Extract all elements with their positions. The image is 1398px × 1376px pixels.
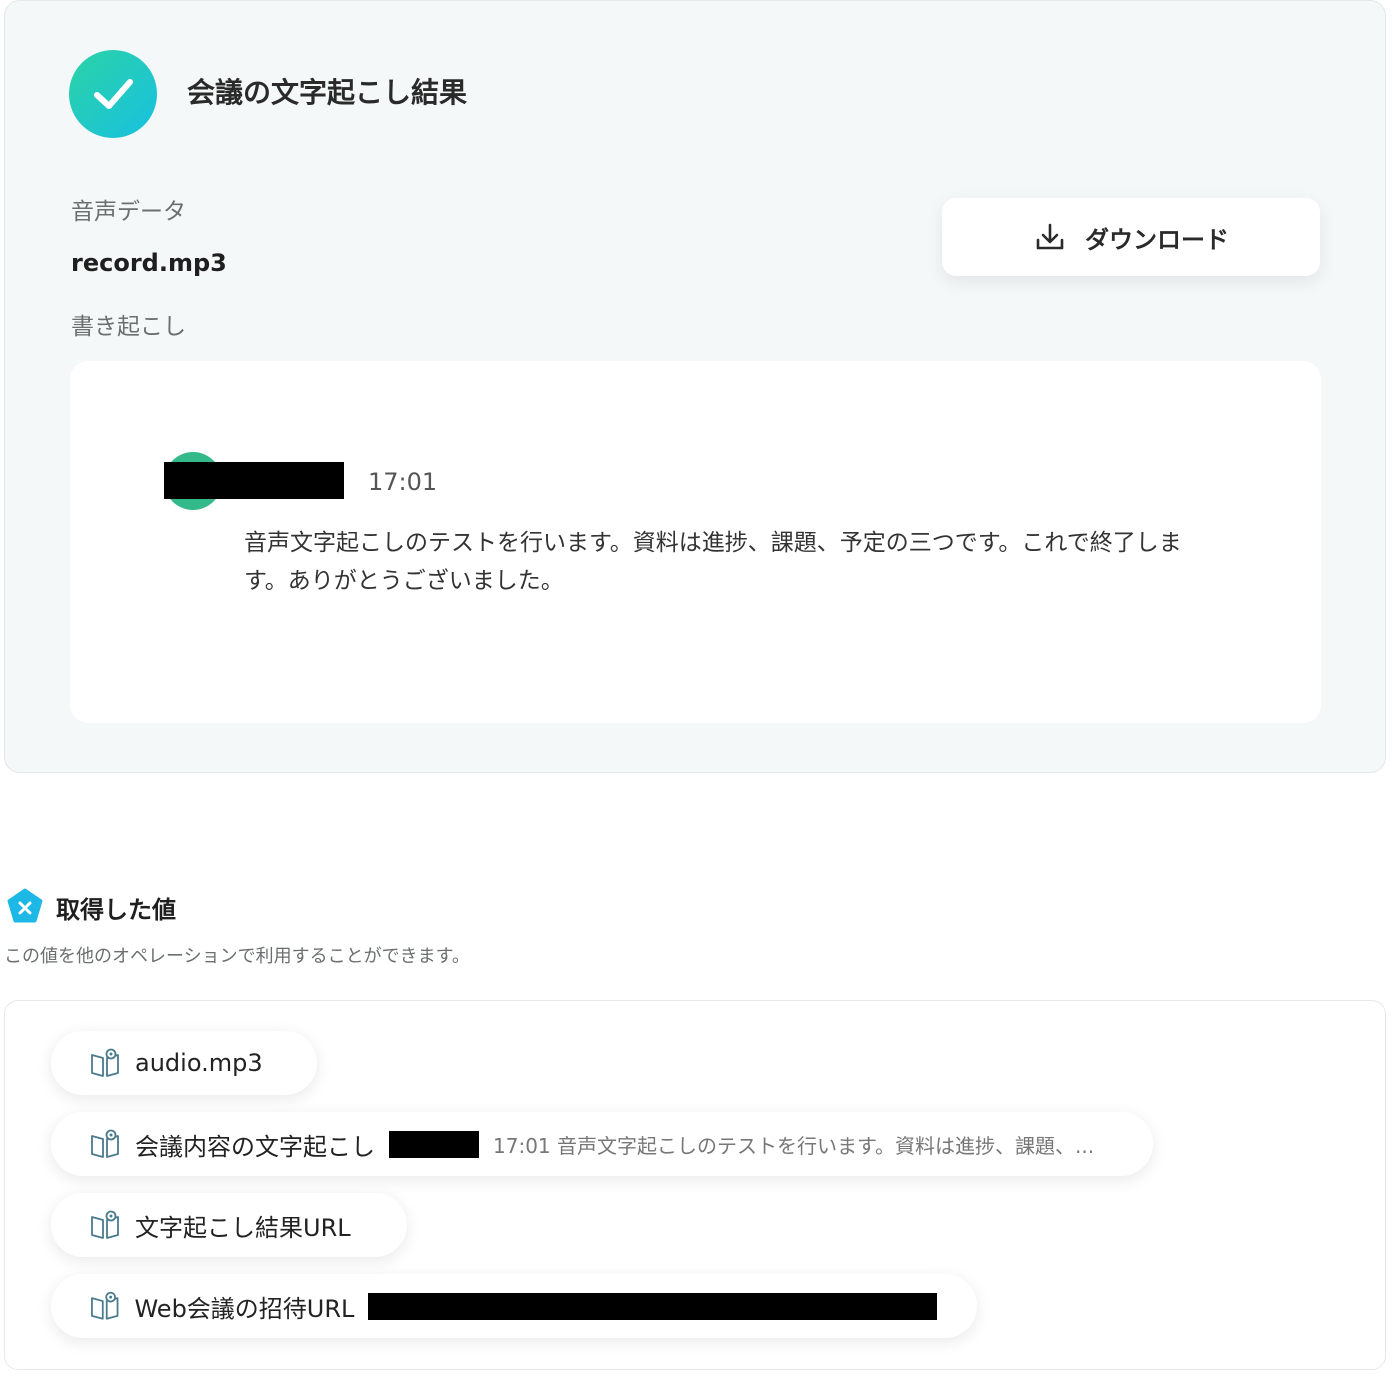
value-item-meeting-url[interactable]: Web会議の招待URL (51, 1274, 977, 1338)
value-item-audio[interactable]: audio.mp3 (51, 1031, 317, 1095)
book-icon (91, 1048, 119, 1077)
check-icon (69, 50, 157, 138)
speaker-name-redacted (164, 462, 344, 499)
value-item-result-url[interactable]: 文字起こし結果URL (51, 1193, 407, 1257)
redacted-value (368, 1292, 937, 1320)
transcript-label: 書き起こし (71, 314, 186, 340)
book-icon (91, 1210, 119, 1239)
value-item-label: 会議内容の文字起こし (135, 1132, 375, 1161)
variable-badge-icon (7, 888, 43, 923)
value-item-transcript[interactable]: 会議内容の文字起こし 17:01 音声文字起こしのテストを行います。資料は進捗、… (51, 1112, 1153, 1176)
transcript-text: 音声文字起こしのテストを行います。資料は進捗、課題、予定の三つです。これで終了し… (244, 530, 1182, 594)
redacted-value (389, 1130, 479, 1158)
result-title: 会議の文字起こし結果 (187, 76, 468, 109)
value-item-label: 文字起こし結果URL (135, 1213, 351, 1242)
obtained-values-list: audio.mp3 会議内容の文字起こし 17:01 音声文字起こしのテストを行… (4, 1000, 1386, 1370)
transcript-box: 17:01 音声文字起こしのテストを行います。資料は進捗、課題、予定の三つです。… (70, 361, 1321, 723)
download-button[interactable]: ダウンロード (942, 198, 1320, 276)
obtained-values-title: 取得した値 (56, 895, 176, 924)
audio-file-name: record.mp3 (71, 249, 227, 277)
transcript-timestamp: 17:01 (368, 468, 438, 496)
value-item-label: Web会議の招待URL (134, 1294, 355, 1323)
download-icon (1036, 223, 1064, 250)
obtained-values-header: 取得した値 (6, 888, 176, 926)
transcription-result-card: 会議の文字起こし結果 音声データ record.mp3 ダウンロード 書き起こし… (4, 0, 1386, 773)
book-icon (91, 1291, 119, 1320)
download-button-label: ダウンロード (1085, 225, 1229, 254)
value-item-preview: 17:01 音声文字起こしのテストを行います。資料は進捗、課題、... (493, 1133, 1095, 1158)
audio-data-label: 音声データ (71, 199, 186, 225)
book-icon (91, 1129, 119, 1158)
value-item-label: audio.mp3 (135, 1049, 263, 1077)
obtained-values-description: この値を他のオペレーションで利用することができます。 (4, 946, 470, 967)
